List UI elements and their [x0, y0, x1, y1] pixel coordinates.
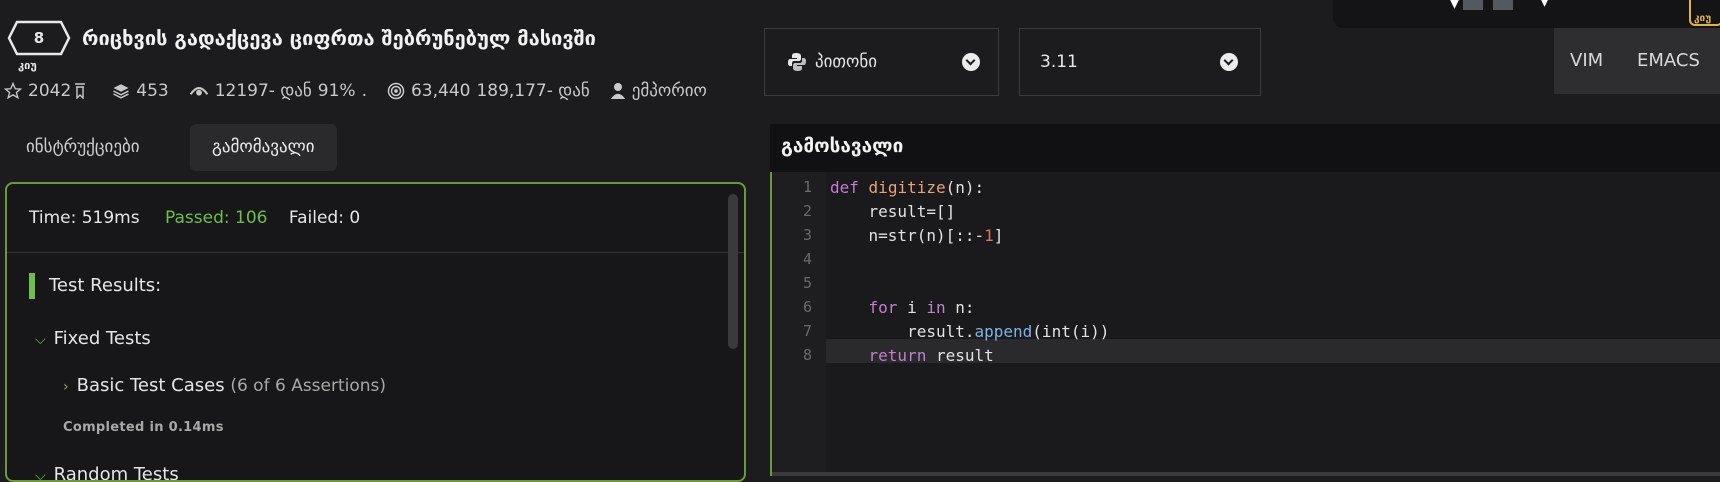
completed-time: Completed in 0.14ms [63, 420, 224, 435]
line-number: 7 [802, 322, 812, 340]
solution-title: გამოსავალი [781, 135, 904, 157]
menu-icon[interactable]: ▾ [1540, 0, 1549, 11]
completions-stat: 12197- დან 91% . [189, 81, 367, 101]
code-editor[interactable]: 1 2 3 4 5 6 7 8 def digitize(n): result=… [770, 172, 1720, 476]
code-line: n=str(n)[::-1] [830, 226, 1004, 245]
user-icon [610, 83, 625, 99]
line-number: 4 [802, 250, 812, 268]
divider [7, 252, 744, 253]
timing-summary: Time: 519ms Passed: 106 Failed: 0 [29, 208, 360, 228]
python-icon [788, 53, 806, 71]
bookmark-icon [75, 83, 86, 99]
code-line: return result [868, 346, 994, 365]
editor-horizontal-scrollbar[interactable] [772, 472, 1720, 476]
line-number: 6 [802, 298, 812, 316]
test-results-marker [29, 273, 35, 299]
kata-stats: 2042 453 12197- დან 91% . 63,440 189,177… [4, 79, 727, 103]
avatar-thumbnail[interactable] [1463, 0, 1483, 10]
passed-count: Passed: 106 [165, 208, 268, 228]
rank-number: 8 [33, 29, 45, 47]
star-icon [4, 82, 22, 100]
time-value: Time: 519ms [29, 208, 140, 228]
top-right-user-strip: ▾ ▾ კიუ [1333, 0, 1720, 28]
stars-stat[interactable]: 2042 [4, 81, 92, 101]
results-scrollbar[interactable] [728, 194, 738, 349]
random-tests-group[interactable]: ⌵ Random Tests [35, 464, 179, 482]
rank-label: კიუ [18, 59, 37, 72]
kata-title: რიცხვის გადაქცევა ციფრთა შებრუნებულ მასი… [82, 26, 596, 50]
chevron-down-icon [1220, 53, 1238, 71]
code-line: for i in n: [868, 298, 975, 317]
author-stat[interactable]: ემპორიო [610, 81, 707, 101]
chevron-right-icon: › [63, 379, 69, 395]
basic-test-cases-group[interactable]: › Basic Test Cases (6 of 6 Assertions) [63, 375, 386, 396]
attempts-stat: 63,440 189,177- დან [387, 81, 590, 101]
version-label: 3.11 [1040, 52, 1078, 72]
chevron-down-icon: ⌵ [35, 332, 46, 348]
line-number: 2 [802, 202, 812, 220]
language-select[interactable]: პითონი [764, 28, 999, 96]
tab-output[interactable]: გამომავალი [190, 124, 337, 171]
chevron-down-icon [962, 53, 980, 71]
failed-count: Failed: 0 [288, 208, 361, 228]
line-number: 5 [802, 274, 812, 292]
target-icon [387, 82, 405, 100]
line-number: 8 [802, 346, 812, 364]
test-results-heading: Test Results: [49, 275, 162, 296]
code-line: result=[] [830, 202, 956, 221]
version-select[interactable]: 3.11 [1019, 28, 1261, 96]
user-rank-badge[interactable]: კიუ [1689, 0, 1720, 26]
line-number: 3 [802, 226, 812, 244]
fixed-tests-group[interactable]: ⌵ Fixed Tests [35, 328, 151, 349]
language-label: პითონი [815, 52, 878, 72]
layers-icon [113, 84, 130, 99]
eye-icon [189, 87, 208, 96]
collections-stat[interactable]: 453 [112, 81, 169, 101]
notification-icon[interactable]: ▾ [1449, 0, 1460, 14]
code-line: def digitize(n): [830, 178, 985, 197]
emacs-mode-button[interactable]: EMACS [1637, 28, 1700, 94]
vim-mode-button[interactable]: VIM [1570, 28, 1603, 94]
tab-instructions[interactable]: ინსტრუქციები [4, 124, 162, 171]
line-number: 1 [802, 178, 812, 196]
editor-mode-bar: VIM EMACS [1554, 28, 1720, 94]
code-line: result.append(int(i)) [830, 322, 1110, 341]
avatar-thumbnail[interactable] [1493, 0, 1513, 10]
test-results-panel: Time: 519ms Passed: 106 Failed: 0 Test R… [5, 182, 746, 482]
chevron-down-icon: ⌵ [35, 468, 46, 482]
solution-header [770, 124, 1720, 172]
